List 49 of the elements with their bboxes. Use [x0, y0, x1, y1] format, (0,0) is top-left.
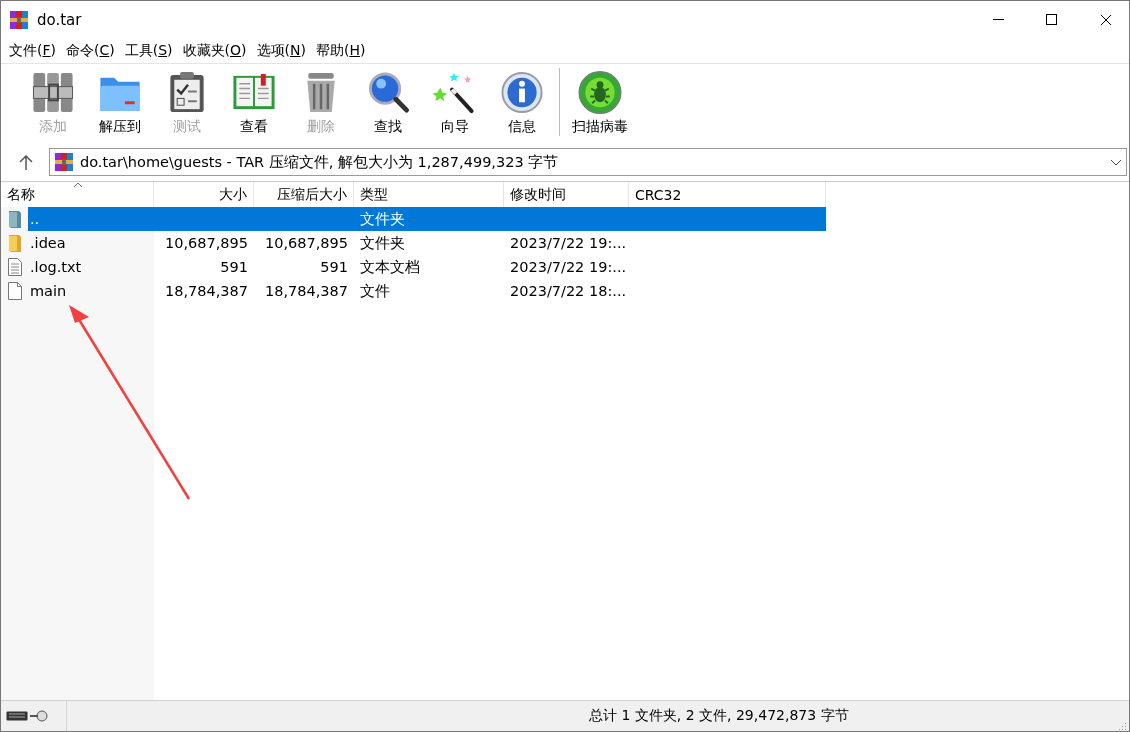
menu-item[interactable]: 选项(N)	[251, 39, 311, 63]
minimize-icon[interactable]	[992, 19, 1004, 21]
file-icon	[7, 282, 22, 300]
menu-item[interactable]: 工具(S)	[119, 39, 178, 63]
toolbar-button[interactable]: 信息	[488, 68, 555, 138]
table-cell-text: 18,784,387	[263, 282, 349, 301]
toolbar-button[interactable]: 查看	[220, 68, 287, 138]
up-arrow-icon[interactable]	[19, 154, 33, 170]
folder-icon	[8, 234, 21, 252]
info-icon	[498, 70, 545, 115]
table-cell-text: 2023/7/22 19:...	[509, 258, 628, 277]
close-icon[interactable]	[1100, 14, 1112, 26]
table-cell: 文件夹	[354, 207, 504, 231]
table-cell-text: 2023/7/22 18:...	[509, 282, 628, 301]
file-name[interactable]: .idea	[28, 231, 154, 255]
toolbar-button[interactable]: 查找	[354, 68, 421, 138]
table-cell-text: 文本文档	[359, 257, 421, 277]
file-name[interactable]: .log.txt	[28, 255, 154, 279]
folder-icon	[8, 210, 21, 228]
table-cell-text: 2023/7/22 19:...	[509, 234, 628, 253]
file-name[interactable]: main	[28, 279, 154, 303]
menu-item[interactable]: 帮助(H)	[310, 39, 371, 63]
table-cell-text: 591	[319, 258, 349, 277]
window-title: do.tar	[37, 11, 83, 29]
table-cell-text: 18,784,387	[163, 282, 249, 301]
maximize-icon[interactable]	[1046, 14, 1058, 26]
toolbar-button[interactable]: 向导	[421, 68, 488, 138]
bug-icon	[576, 70, 623, 115]
toolbar-button[interactable]: 扫描病毒	[566, 68, 633, 138]
toolbar-button[interactable]: 解压到	[86, 68, 153, 138]
resize-grip-icon[interactable]	[1117, 721, 1127, 731]
table-cell-text: 591	[219, 258, 249, 277]
file-name[interactable]: ..	[28, 207, 154, 231]
sort-caret-icon	[73, 182, 83, 188]
table-cell-text: 10,687,895	[263, 234, 349, 253]
table-cell-text: 文件	[359, 281, 391, 301]
menu-item[interactable]: 文件(F)	[4, 39, 61, 63]
key-icon	[30, 710, 48, 722]
address-field[interactable]: do.tar\home\guests - TAR 压缩文件, 解包大小为 1,287,499,323 字节	[49, 148, 1127, 176]
status-text: 总计 1 文件夹, 2 文件, 29,472,873 字节	[589, 707, 849, 725]
archive-icon	[9, 10, 29, 30]
dropdown-icon	[1110, 158, 1122, 166]
archive-icon	[54, 152, 74, 172]
text-file-icon	[7, 258, 22, 276]
keyboard-icon	[6, 711, 28, 721]
table-cell-text: 文件夹	[359, 233, 406, 253]
menu-item[interactable]: 命令(C)	[61, 39, 120, 63]
table-cell-text: 10,687,895	[163, 234, 249, 253]
menu-item[interactable]: 收藏夹(O)	[177, 39, 252, 63]
